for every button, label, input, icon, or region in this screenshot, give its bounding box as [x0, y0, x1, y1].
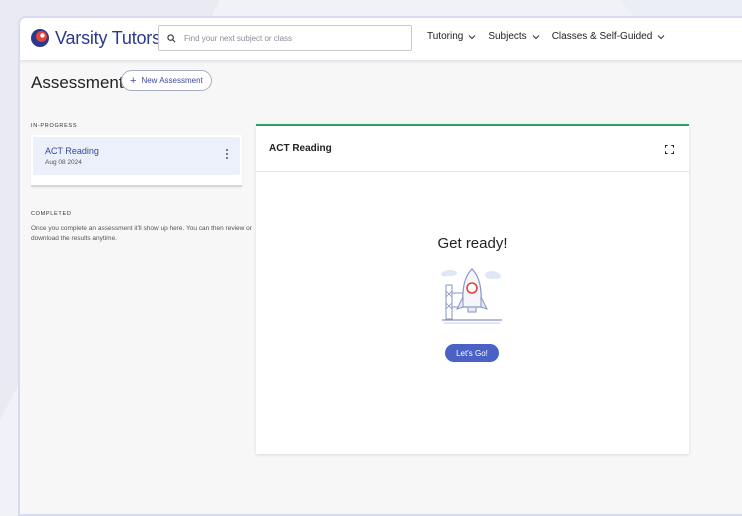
search-box[interactable]: [158, 25, 412, 51]
app-window: Varsity Tutors Tutoring Subjects Classes…: [18, 16, 742, 516]
more-options-icon[interactable]: [224, 149, 230, 163]
chevron-down-icon: [468, 34, 476, 39]
nav-tutoring[interactable]: Tutoring: [427, 31, 476, 42]
panel-title: ACT Reading: [269, 143, 332, 154]
fullscreen-icon[interactable]: [665, 145, 674, 154]
panel-header: ACT Reading: [256, 126, 689, 172]
assessment-card[interactable]: ACT Reading Aug 08 2024: [33, 137, 240, 175]
assessment-card-title: ACT Reading: [45, 146, 99, 156]
nav-classes-label: Classes & Self-Guided: [551, 31, 653, 42]
logo[interactable]: Varsity Tutors: [30, 26, 161, 50]
lets-go-button[interactable]: Let's Go!: [445, 344, 499, 362]
in-progress-heading: IN-PROGRESS: [31, 123, 78, 129]
varsity-tutors-logo-icon: [31, 29, 49, 47]
search-icon: [167, 33, 176, 42]
assessment-card-date: Aug 08 2024: [45, 159, 82, 166]
plus-icon: +: [130, 74, 137, 87]
get-ready-heading: Get ready!: [437, 235, 508, 252]
assessment-panel: ACT Reading Get ready! Let's Go!: [256, 124, 689, 454]
page-title: Assessments: [31, 73, 133, 92]
nav-classes-self-guided[interactable]: Classes & Self-Guided: [552, 31, 666, 42]
in-progress-list: ACT Reading Aug 08 2024: [31, 135, 242, 187]
top-navigation-bar: Varsity Tutors Tutoring Subjects Classes…: [20, 18, 742, 61]
completed-empty-message: Once you complete an assessment it'll sh…: [31, 225, 252, 242]
nav-subjects[interactable]: Subjects: [488, 31, 540, 42]
chevron-down-icon: [657, 34, 665, 39]
new-assessment-label: New Assessment: [141, 76, 203, 85]
rocket-illustration-icon: [441, 268, 502, 324]
nav-tutoring-label: Tutoring: [427, 31, 464, 42]
completed-heading: COMPLETED: [31, 211, 72, 217]
search-input[interactable]: [182, 32, 406, 44]
new-assessment-button[interactable]: + New Assessment: [121, 70, 212, 91]
nav-subjects-label: Subjects: [488, 31, 527, 42]
chevron-down-icon: [532, 34, 540, 39]
main-nav: Tutoring Subjects Classes & Self-Guided: [427, 31, 665, 42]
logo-text: Varsity Tutors: [55, 27, 161, 48]
